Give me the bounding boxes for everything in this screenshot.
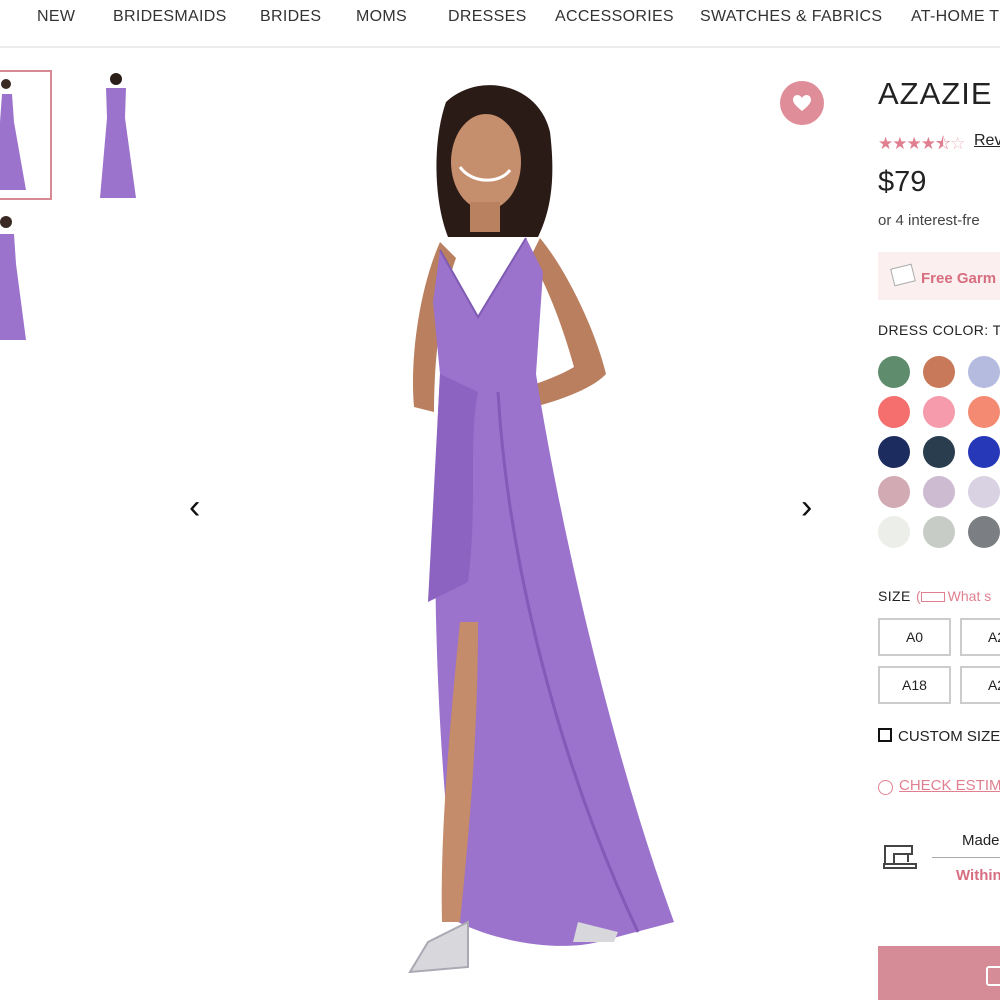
color-swatch[interactable] (878, 476, 910, 508)
reviews-link[interactable]: Rev (974, 132, 1000, 150)
thumbnail-back[interactable] (92, 70, 144, 200)
nav-brides[interactable]: BRIDES (260, 8, 321, 26)
favorite-button[interactable] (780, 81, 824, 125)
heart-icon (793, 95, 811, 111)
installment-text: or 4 interest-fre (878, 212, 980, 229)
size-label: SIZE (878, 588, 911, 604)
star-filled-icons: ★★★★ (878, 134, 936, 153)
chevron-left-icon: ‹ (189, 488, 201, 526)
color-swatch[interactable] (968, 356, 1000, 388)
dress-side-thumbnail-image (0, 216, 26, 340)
color-swatch[interactable] (968, 436, 1000, 468)
checkbox-icon (878, 728, 892, 742)
model-in-dress-illustration (408, 85, 674, 974)
size-option-label: A18 (902, 677, 927, 693)
size-guide-link[interactable]: (What s (916, 588, 991, 604)
dress-color-label: DRESS COLOR: T (878, 322, 1000, 338)
size-option-a2[interactable]: A2 (960, 618, 1000, 656)
promo-banner: Free Garm (878, 252, 1000, 300)
nav-moms[interactable]: MOMS (356, 8, 407, 26)
sewing-machine-icon (883, 845, 917, 869)
made-label: Made (962, 832, 1000, 849)
star-empty-icon: ☆ (950, 134, 965, 153)
color-swatch[interactable] (878, 436, 910, 468)
color-swatch[interactable] (878, 396, 910, 428)
next-image-button[interactable]: › (801, 490, 812, 524)
prev-image-button[interactable]: ‹ (189, 490, 200, 524)
color-swatch[interactable] (968, 396, 1000, 428)
garment-bag-icon (890, 263, 916, 287)
size-option-a18[interactable]: A18 (878, 666, 951, 704)
color-swatch[interactable] (968, 516, 1000, 548)
product-price: $79 (878, 166, 927, 198)
star-half-icon: ⯪ (934, 134, 951, 153)
ruler-icon (920, 592, 945, 603)
color-swatch[interactable] (923, 356, 955, 388)
color-swatch[interactable] (923, 476, 955, 508)
add-to-bag-button[interactable] (878, 946, 1000, 1000)
product-info-panel: AZAZIE C ★★★★⯪☆ Rev $79 or 4 interest-fr… (878, 62, 1000, 1000)
color-swatch[interactable] (923, 436, 955, 468)
thumbnail-side[interactable] (0, 212, 48, 342)
color-swatch[interactable] (923, 516, 955, 548)
dress-front-thumbnail-image (0, 79, 26, 190)
top-navigation: NEW BRIDESMAIDS BRIDES MOMS DRESSES ACCE… (0, 0, 1000, 48)
color-swatch[interactable] (878, 356, 910, 388)
promo-text: Free Garm (921, 270, 997, 287)
color-swatch[interactable] (923, 396, 955, 428)
custom-size-label: CUSTOM SIZE (898, 728, 1000, 745)
within-label: Within (956, 867, 1000, 884)
custom-size-option[interactable]: CUSTOM SIZE (878, 728, 1000, 745)
size-option-a0[interactable]: A0 (878, 618, 951, 656)
main-product-image (178, 62, 838, 1000)
nav-swatches-fabrics[interactable]: SWATCHES & FABRICS (700, 8, 882, 26)
color-swatch[interactable] (878, 516, 910, 548)
size-option-label: A2 (987, 629, 1000, 645)
rating-stars: ★★★★⯪☆ (878, 131, 965, 160)
size-guide-text: What s (947, 588, 992, 604)
product-title: AZAZIE C (878, 76, 1000, 111)
color-swatch[interactable] (968, 476, 1000, 508)
size-option-label: A0 (905, 629, 924, 645)
shipping-timeline (932, 857, 1000, 858)
nav-dresses[interactable]: DRESSES (448, 8, 527, 26)
nav-at-home-try-on[interactable]: AT-HOME T (911, 8, 999, 26)
nav-bridesmaids[interactable]: BRIDESMAIDS (113, 8, 227, 26)
chevron-right-icon: › (801, 488, 813, 526)
check-estimate-link[interactable]: CHECK ESTIM (878, 777, 1000, 794)
size-option-a2x[interactable]: A2 (960, 666, 1000, 704)
check-estimate-text: CHECK ESTIM (899, 777, 1000, 794)
thumbnail-front[interactable] (0, 70, 52, 200)
nav-accessories[interactable]: ACCESSORIES (555, 8, 674, 26)
shopping-bag-icon (986, 966, 1000, 986)
dress-back-thumbnail-image (100, 73, 136, 198)
nav-new[interactable]: NEW (37, 8, 75, 26)
size-option-label: A2 (987, 677, 1000, 693)
